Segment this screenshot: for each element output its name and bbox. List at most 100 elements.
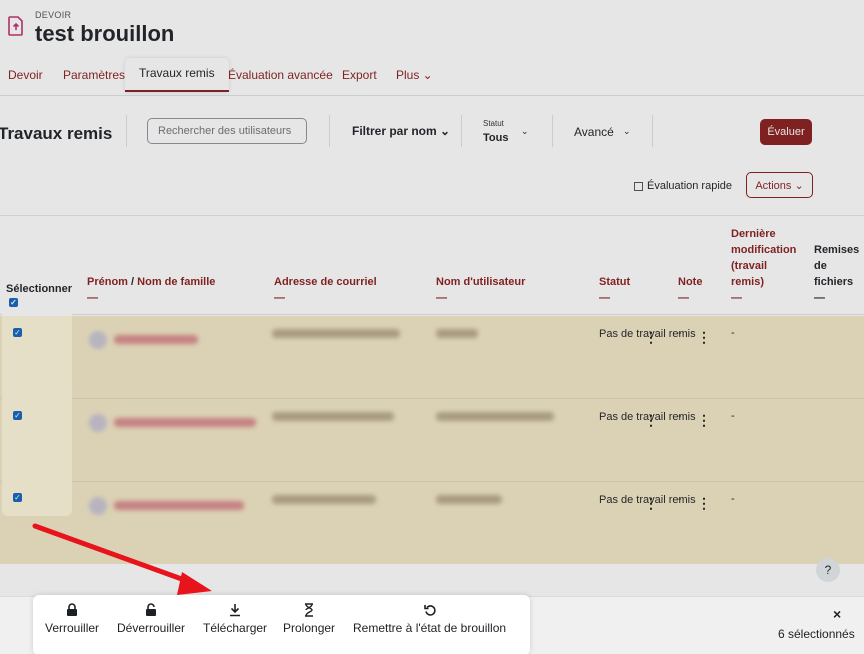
actions-dropdown-button[interactable]: Actions ⌄: [746, 172, 813, 198]
revert-to-draft-label: Remettre à l'état de brouillon: [353, 621, 507, 635]
divider: [652, 115, 653, 147]
chevron-down-icon[interactable]: ⌄: [521, 126, 529, 137]
advanced-filter-dropdown[interactable]: Avancé: [574, 125, 614, 139]
redacted-name: [114, 335, 198, 344]
selected-count: 6 sélectionnés: [778, 627, 855, 641]
tab-travaux-remis[interactable]: Travaux remis: [125, 58, 229, 92]
sort-indicator: —: [731, 292, 742, 304]
redacted-username: [436, 495, 502, 504]
help-button[interactable]: ?: [816, 558, 840, 582]
status-filter-label: Statut: [483, 119, 504, 128]
column-header-username-label[interactable]: Nom d'utilisateur: [436, 276, 525, 288]
revert-to-draft-button[interactable]: Remettre à l'état de brouillon: [353, 603, 506, 635]
column-header-files[interactable]: Remises de fichiers —: [814, 242, 862, 306]
lock-label: Verrouiller: [45, 621, 100, 635]
column-header-lastmod[interactable]: Dernière modification (travail remis) —: [731, 226, 801, 306]
divider: [461, 115, 462, 147]
select-column-highlight: ✓ ✓ ✓: [2, 316, 72, 516]
column-header-email-label[interactable]: Adresse de courriel: [274, 276, 377, 288]
download-button[interactable]: Télécharger: [203, 603, 267, 635]
divider: [552, 115, 553, 147]
column-header-lastname[interactable]: Nom de famille: [137, 276, 215, 288]
tab-plus[interactable]: Plus ⌄: [396, 68, 433, 82]
redacted-username: [436, 412, 554, 421]
grade-menu-icon[interactable]: ⋮: [697, 495, 711, 512]
redacted-email: [272, 495, 376, 504]
column-header-status-label[interactable]: Statut: [599, 276, 630, 288]
avatar: [89, 497, 107, 515]
chevron-down-icon[interactable]: ⌄: [623, 126, 631, 137]
close-bulk-actions-icon[interactable]: ×: [833, 606, 841, 622]
redacted-name: [114, 418, 256, 427]
extend-label: Prolonger: [283, 621, 336, 635]
quick-grading-checkbox[interactable]: [634, 181, 643, 191]
download-label: Télécharger: [203, 621, 268, 635]
extend-button[interactable]: Prolonger: [283, 603, 335, 635]
lock-icon: [45, 603, 99, 621]
tab-devoir[interactable]: Devoir: [8, 68, 43, 82]
lock-button[interactable]: Verrouiller: [45, 603, 99, 635]
avatar: [89, 414, 107, 432]
sort-indicator: —: [436, 292, 447, 304]
row-select-checkbox[interactable]: ✓: [13, 411, 22, 420]
unlock-label: Déverrouiller: [117, 621, 186, 635]
row-select-checkbox[interactable]: ✓: [13, 328, 22, 337]
grade-value: -: [678, 410, 682, 422]
assignment-page: DEVOIR test brouillon Devoir Paramètres …: [0, 0, 864, 654]
sort-indicator: —: [678, 292, 689, 304]
redacted-email: [272, 412, 394, 421]
column-header-email[interactable]: Adresse de courriel —: [274, 274, 377, 306]
table-options: Évaluation rapide Actions ⌄: [0, 170, 864, 200]
column-header-grade-label[interactable]: Note: [678, 276, 702, 288]
tab-parametres[interactable]: Paramètres: [63, 68, 125, 82]
row-select-checkbox[interactable]: ✓: [13, 493, 22, 502]
tab-evaluation-avancee[interactable]: Évaluation avancée: [228, 68, 333, 82]
column-header-grade[interactable]: Note —: [678, 274, 702, 306]
column-header-firstname[interactable]: Prénom: [87, 276, 128, 288]
sort-indicator: —: [814, 292, 825, 304]
evaluate-button[interactable]: Évaluer: [760, 119, 812, 145]
redacted-username: [436, 329, 478, 338]
divider: [329, 115, 330, 147]
bulk-actions-panel: Verrouiller Déverrouiller Télécharger Pr…: [33, 595, 530, 654]
table-body: Pas de travail remis ⋮ - ⋮ - Pas de trav…: [0, 316, 864, 564]
sort-indicator: —: [599, 292, 610, 304]
column-header-files-label[interactable]: Remises de fichiers: [814, 244, 859, 288]
sort-indicator: —: [87, 292, 98, 304]
assignment-icon: [8, 16, 23, 36]
lastmod-value: -: [731, 327, 735, 339]
grade-menu-icon[interactable]: ⋮: [697, 412, 711, 429]
quick-grading-label: Évaluation rapide: [647, 180, 733, 192]
section-title: Travaux remis: [0, 124, 113, 143]
redacted-name: [114, 501, 244, 510]
download-icon: [203, 603, 267, 621]
table-header: Prénom / Nom de famille — Adresse de cou…: [0, 215, 864, 317]
select-all-checkbox[interactable]: ✓: [9, 298, 18, 307]
column-header-name[interactable]: Prénom / Nom de famille —: [87, 274, 215, 306]
avatar: [89, 331, 107, 349]
activity-kicker: DEVOIR: [35, 10, 72, 20]
column-header-username[interactable]: Nom d'utilisateur —: [436, 274, 525, 306]
submissions-toolbar: Travaux remis Filtrer par nom ⌄ Statut T…: [0, 100, 864, 162]
search-users-input[interactable]: [147, 118, 307, 144]
column-header-lastmod-label[interactable]: Dernière modification (travail remis): [731, 228, 796, 288]
page-title: test brouillon: [35, 21, 175, 46]
status-menu-icon[interactable]: ⋮: [644, 495, 658, 512]
unlock-button[interactable]: Déverrouiller: [117, 603, 185, 635]
table-row: Pas de travail remis ⋮ - ⋮ -: [0, 316, 864, 399]
status-menu-icon[interactable]: ⋮: [644, 412, 658, 429]
hourglass-icon: [283, 603, 335, 621]
grade-value: -: [678, 493, 682, 505]
column-header-select: Sélectionner ✓: [2, 261, 72, 317]
grade-menu-icon[interactable]: ⋮: [697, 329, 711, 346]
filter-by-name-dropdown[interactable]: Filtrer par nom ⌄: [352, 124, 450, 138]
status-menu-icon[interactable]: ⋮: [644, 329, 658, 346]
tab-bar: Devoir Paramètres Travaux remis Évaluati…: [0, 58, 864, 96]
tab-export[interactable]: Export: [342, 68, 377, 82]
quick-grading-toggle[interactable]: Évaluation rapide: [634, 180, 732, 192]
status-filter-value[interactable]: Tous: [483, 132, 508, 144]
divider: [126, 115, 127, 147]
redacted-email: [272, 329, 400, 338]
lastmod-value: -: [731, 410, 735, 422]
column-header-status[interactable]: Statut —: [599, 274, 630, 306]
